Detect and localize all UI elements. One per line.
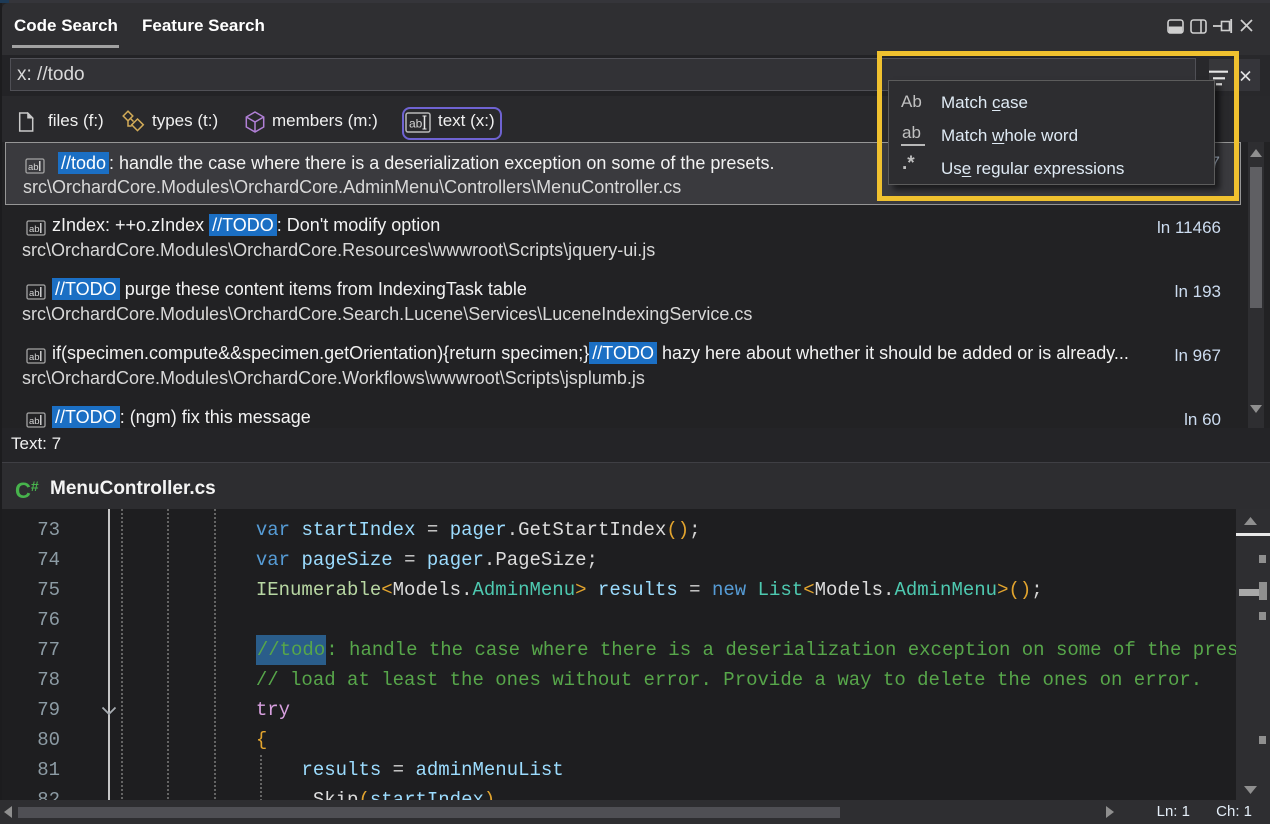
svg-text:ab: ab: [28, 162, 39, 173]
svg-text:ab: ab: [29, 224, 40, 235]
svg-text:ab: ab: [29, 288, 40, 299]
svg-text:ab: ab: [29, 352, 40, 363]
svg-text:ab: ab: [29, 416, 40, 427]
